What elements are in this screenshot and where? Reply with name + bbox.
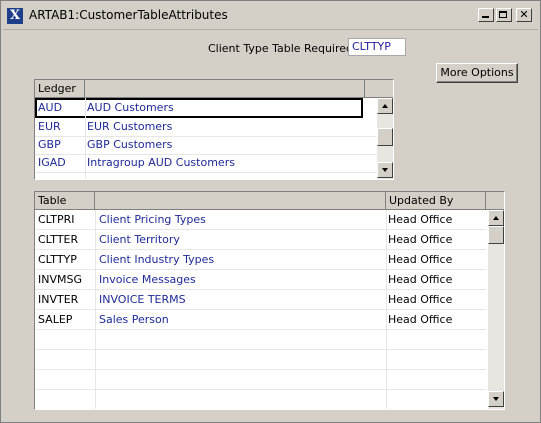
table-row[interactable]: CLTTER Client Territory Head Office [35,230,486,250]
ledger-code: AUD [38,101,63,114]
table-code: CLTTER [38,233,79,246]
scroll-up-icon[interactable] [377,98,393,114]
scroll-thumb[interactable] [377,128,393,146]
client-type-field[interactable]: CLTTYP [348,38,406,56]
table-description: Invoice Messages [99,273,196,286]
ledger-description: EUR Customers [87,120,173,133]
empty-row[interactable] [35,350,486,370]
ledger-description: Intragroup AUD Customers [87,156,235,169]
ledger-grid: Ledger AUD AUD Customers EUR EUR Custome… [34,79,394,180]
close-button[interactable]: ✕ [516,8,532,22]
scroll-up-icon[interactable] [488,210,504,226]
table-grid: Table Updated By CLTPRI Client Pricing T… [34,191,505,410]
column-divider [95,210,96,409]
table-code: CLTTYP [38,253,77,266]
table-description: Client Territory [99,233,180,246]
updated-by-column-header[interactable]: Updated By [386,192,486,210]
ledger-header-corner [365,80,393,98]
app-logo-icon: X [7,8,23,24]
table-code: SALEP [38,313,73,326]
ledger-scrollbar[interactable] [377,98,393,179]
table-description: Client Industry Types [99,253,215,266]
window-title: ARTAB1:CustomerTableAttributes [29,8,228,22]
table-code: INVMSG [38,273,82,286]
list-item[interactable]: IGAD Intragroup AUD Customers [35,153,377,173]
minimize-button[interactable] [478,8,494,22]
ledger-column-header[interactable]: Ledger [35,80,85,98]
description-column-header[interactable] [95,192,386,210]
empty-row[interactable] [35,370,486,390]
table-row[interactable]: CLTPRI Client Pricing Types Head Office [35,210,486,230]
ledger-description: AUD Customers [87,101,174,114]
table-description: Sales Person [99,313,169,326]
table-updated-by: Head Office [388,213,453,226]
ledger-code: EUR [38,120,61,133]
empty-row[interactable] [35,330,486,350]
ledger-description: GBP Customers [87,138,173,151]
table-scrollbar[interactable] [488,210,504,409]
table-code: CLTPRI [38,213,75,226]
table-header-corner [486,192,504,210]
column-divider [85,98,86,178]
more-options-button[interactable]: More Options [436,63,518,83]
table-updated-by: Head Office [388,253,453,266]
column-divider [386,210,387,409]
table-updated-by: Head Office [388,273,453,286]
scroll-down-icon[interactable] [488,391,504,407]
empty-row[interactable] [35,390,486,409]
app-window: X ARTAB1:CustomerTableAttributes ✕ Clien… [0,0,541,423]
scroll-down-icon[interactable] [377,162,393,178]
list-item[interactable]: GBP GBP Customers [35,135,377,155]
list-item[interactable]: EUR EUR Customers [35,117,377,137]
table-row[interactable]: INVTER INVOICE TERMS Head Office [35,290,486,310]
table-updated-by: Head Office [388,313,453,326]
table-row[interactable]: SALEP Sales Person Head Office [35,310,486,330]
maximize-button[interactable] [496,8,512,22]
scroll-thumb[interactable] [488,226,504,244]
table-description: Client Pricing Types [99,213,206,226]
table-updated-by: Head Office [388,293,453,306]
title-bar[interactable]: X ARTAB1:CustomerTableAttributes ✕ [3,3,538,30]
table-code: INVTER [38,293,79,306]
client-type-label: Client Type Table Required: [208,42,357,55]
ledger-code: GBP [38,138,61,151]
table-description: INVOICE TERMS [99,293,186,306]
table-row[interactable]: INVMSG Invoice Messages Head Office [35,270,486,290]
table-updated-by: Head Office [388,233,453,246]
table-column-header[interactable]: Table [35,192,95,210]
ledger-description-column-header[interactable] [85,80,365,98]
ledger-code: IGAD [38,156,66,169]
table-row[interactable]: CLTTYP Client Industry Types Head Office [35,250,486,270]
